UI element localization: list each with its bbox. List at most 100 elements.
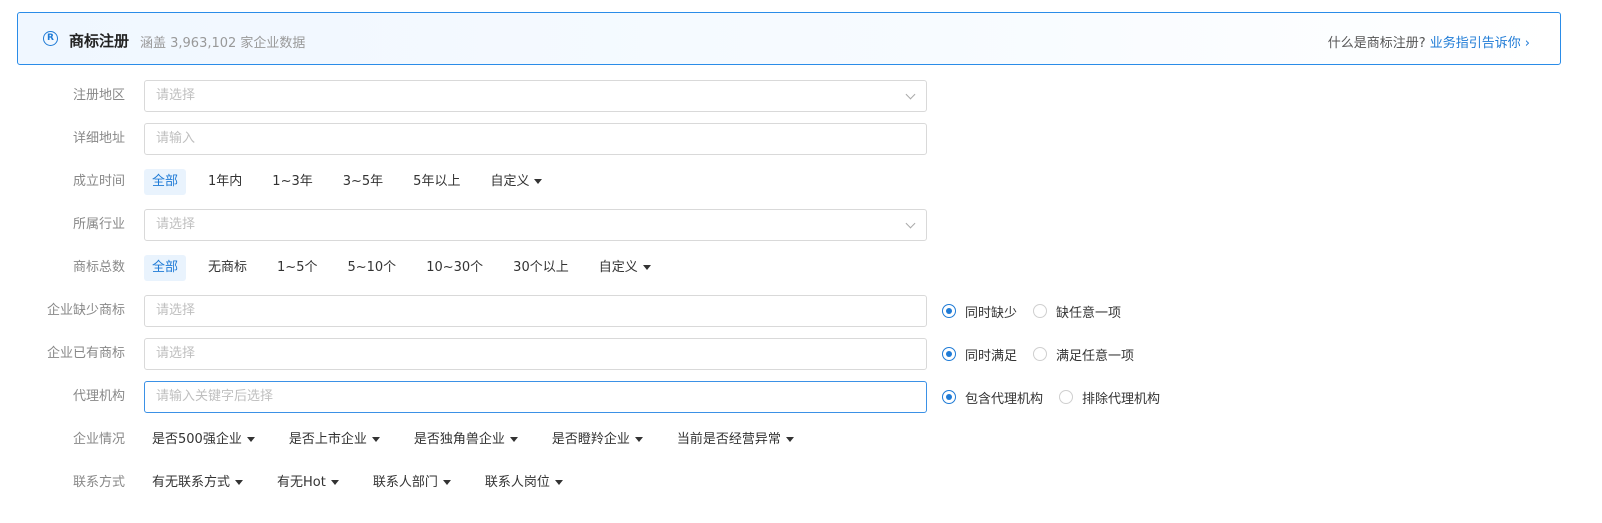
- tm-missing-placeholder: 请选择: [156, 303, 196, 318]
- contact-department-dropdown[interactable]: 联系人部门: [373, 470, 451, 496]
- radio-owned-all[interactable]: 同时满足: [942, 345, 1017, 364]
- tm-missing-radio-group: 同时缺少 缺任意一项: [942, 295, 1137, 327]
- founded-option-1-3y[interactable]: 1~3年: [264, 169, 320, 195]
- row-industry: 所属行业 请选择: [0, 209, 1602, 241]
- tm-total-options: 全部 无商标 1~5个 5~10个 10~30个 30个以上 自定义: [144, 255, 673, 281]
- radio-exclude-agency[interactable]: 排除代理机构: [1059, 388, 1160, 407]
- row-region: 注册地区 请选择: [0, 80, 1602, 112]
- radio-missing-all[interactable]: 同时缺少: [942, 302, 1017, 321]
- caret-down-icon: [442, 480, 451, 485]
- radio-unchecked-icon: [1059, 390, 1074, 404]
- chevron-down-icon: [905, 218, 916, 229]
- row-agency: 代理机构 请输入关键字后选择 包含代理机构 排除代理机构: [0, 381, 1602, 413]
- radio-include-agency-label: 包含代理机构: [965, 391, 1044, 407]
- caret-down-icon: [785, 437, 794, 442]
- founded-option-all[interactable]: 全部: [144, 169, 187, 195]
- industry-label: 所属行业: [72, 217, 125, 232]
- listed-label: 是否上市企业: [288, 432, 367, 447]
- registered-trademark-icon: R: [43, 31, 58, 46]
- radio-checked-icon: [942, 304, 956, 318]
- listed-dropdown[interactable]: 是否上市企业: [289, 427, 380, 453]
- founded-custom-label: 自定义: [490, 174, 530, 189]
- company-label: 企业情况: [72, 432, 125, 447]
- founded-option-1y[interactable]: 1年内: [200, 169, 250, 195]
- tm-missing-select[interactable]: 请选择: [144, 295, 927, 327]
- founded-options: 全部 1年内 1~3年 3~5年 5年以上 自定义: [144, 169, 564, 195]
- region-label: 注册地区: [72, 88, 125, 103]
- fortune500-label: 是否500强企业: [152, 432, 242, 447]
- radio-checked-icon: [942, 347, 956, 361]
- company-filters: 是否500强企业 是否上市企业 是否独角兽企业 是否瞪羚企业 当前是否经营异常: [152, 427, 828, 453]
- address-placeholder: 请输入: [156, 131, 196, 146]
- row-company: 企业情况 是否500强企业 是否上市企业 是否独角兽企业 是否瞪羚企业 当前是否…: [0, 424, 1602, 456]
- tm-owned-radio-group: 同时满足 满足任意一项: [942, 338, 1150, 370]
- has-hot-label: 有无Hot: [277, 475, 326, 490]
- radio-owned-any[interactable]: 满足任意一项: [1033, 345, 1134, 364]
- help-section: 什么是商标注册? 业务指引告诉你 ›: [1328, 32, 1530, 51]
- founded-option-3-5y[interactable]: 3~5年: [335, 169, 391, 195]
- tm-total-option-5-10[interactable]: 5~10个: [339, 255, 404, 281]
- chevron-right-icon[interactable]: ›: [1525, 36, 1530, 51]
- caret-down-icon: [534, 179, 543, 184]
- tm-owned-select[interactable]: 请选择: [144, 338, 927, 370]
- founded-option-5y-plus[interactable]: 5年以上: [405, 169, 468, 195]
- chevron-down-icon: [905, 89, 916, 100]
- contact-label: 联系方式: [72, 475, 125, 490]
- caret-down-icon: [634, 437, 643, 442]
- region-select[interactable]: 请选择: [144, 80, 927, 112]
- caret-down-icon: [246, 437, 255, 442]
- founded-custom-dropdown[interactable]: 自定义: [482, 169, 550, 195]
- tm-total-option-all[interactable]: 全部: [144, 255, 187, 281]
- caret-down-icon: [235, 480, 244, 485]
- caret-down-icon: [371, 437, 380, 442]
- fortune500-dropdown[interactable]: 是否500强企业: [152, 427, 255, 453]
- address-input[interactable]: 请输入: [144, 123, 927, 155]
- tm-total-option-none[interactable]: 无商标: [200, 255, 255, 281]
- help-question: 什么是商标注册?: [1327, 36, 1426, 51]
- caret-down-icon: [509, 437, 518, 442]
- region-placeholder: 请选择: [156, 88, 196, 103]
- gazelle-label: 是否瞪羚企业: [551, 432, 630, 447]
- radio-owned-all-label: 同时满足: [965, 348, 1018, 364]
- tm-owned-label: 企业已有商标: [46, 346, 125, 361]
- radio-checked-icon: [942, 390, 956, 404]
- tm-missing-label: 企业缺少商标: [46, 303, 125, 318]
- tm-total-option-30-plus[interactable]: 30个以上: [505, 255, 577, 281]
- industry-placeholder: 请选择: [156, 217, 196, 232]
- agency-label: 代理机构: [72, 389, 125, 404]
- has-contact-dropdown[interactable]: 有无联系方式: [152, 470, 244, 496]
- tm-total-custom-dropdown[interactable]: 自定义: [591, 255, 659, 281]
- radio-missing-any[interactable]: 缺任意一项: [1033, 302, 1121, 321]
- tm-total-label: 商标总数: [72, 260, 125, 275]
- has-hot-dropdown[interactable]: 有无Hot: [277, 470, 339, 496]
- row-tm-total: 商标总数 全部 无商标 1~5个 5~10个 10~30个 30个以上 自定义: [0, 252, 1602, 284]
- tm-owned-placeholder: 请选择: [156, 346, 196, 361]
- industry-select[interactable]: 请选择: [144, 209, 927, 241]
- data-coverage-text: 涵盖 3,963,102 家企业数据: [140, 36, 306, 51]
- unicorn-dropdown[interactable]: 是否独角兽企业: [414, 427, 518, 453]
- tm-total-option-10-30[interactable]: 10~30个: [418, 255, 491, 281]
- contact-position-dropdown[interactable]: 联系人岗位: [485, 470, 563, 496]
- gazelle-dropdown[interactable]: 是否瞪羚企业: [552, 427, 643, 453]
- contact-filters: 有无联系方式 有无Hot 联系人部门 联系人岗位: [152, 470, 597, 496]
- row-address: 详细地址 请输入: [0, 123, 1602, 155]
- has-contact-label: 有无联系方式: [152, 475, 231, 490]
- abnormal-operation-dropdown[interactable]: 当前是否经营异常: [677, 427, 794, 453]
- row-tm-owned: 企业已有商标 请选择 同时满足 满足任意一项: [0, 338, 1602, 370]
- radio-include-agency[interactable]: 包含代理机构: [942, 388, 1043, 407]
- radio-exclude-agency-label: 排除代理机构: [1082, 391, 1161, 407]
- radio-missing-all-label: 同时缺少: [965, 305, 1018, 321]
- unicorn-label: 是否独角兽企业: [413, 432, 505, 447]
- caret-down-icon: [330, 480, 339, 485]
- founded-label: 成立时间: [72, 174, 125, 189]
- agency-placeholder: 请输入关键字后选择: [156, 389, 274, 404]
- business-guide-link[interactable]: 业务指引告诉你: [1430, 36, 1521, 51]
- page-header: R 商标注册 涵盖 3,963,102 家企业数据 什么是商标注册? 业务指引告…: [17, 12, 1561, 65]
- radio-owned-any-label: 满足任意一项: [1056, 348, 1135, 364]
- agency-search-input[interactable]: 请输入关键字后选择: [144, 381, 927, 413]
- caret-down-icon: [642, 265, 651, 270]
- caret-down-icon: [554, 480, 563, 485]
- row-contact: 联系方式 有无联系方式 有无Hot 联系人部门 联系人岗位: [0, 467, 1602, 499]
- tm-total-option-1-5[interactable]: 1~5个: [269, 255, 325, 281]
- address-label: 详细地址: [72, 131, 125, 146]
